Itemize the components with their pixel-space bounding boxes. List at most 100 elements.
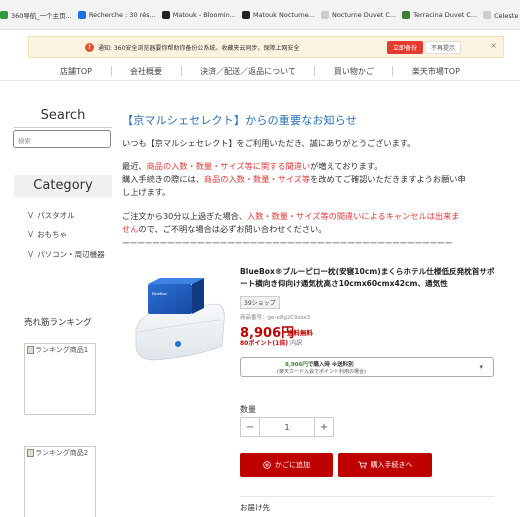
bookmark-label: Matouk - Bloomin...	[172, 10, 236, 19]
bookmark-label: Terracina Duvet C...	[413, 10, 478, 19]
points-detail-link[interactable]: 内訳	[290, 340, 302, 347]
bookmark-item[interactable]: 360导航_一个主页...	[0, 10, 72, 20]
backup-now-button[interactable]: 立即备份	[386, 41, 423, 54]
bookmark-label: 360导航_一个主页...	[11, 11, 72, 20]
ranking-item-label: ランキング商品1	[35, 346, 89, 354]
bookmark-item[interactable]: Matouk Nocturne...	[241, 10, 315, 19]
quantity-plus-button[interactable]: +	[315, 418, 333, 436]
nav-store-top[interactable]: 店舗TOP	[60, 66, 92, 77]
bookmark-favicon-icon	[320, 10, 329, 19]
divider	[240, 496, 494, 497]
checkout-button[interactable]: 購入手続きへ	[338, 453, 432, 477]
category-item-toys[interactable]: V おもちゃ	[28, 229, 67, 240]
box-brand-label: BlueBox	[152, 291, 167, 296]
add-to-cart-button[interactable]: かごに追加	[240, 453, 333, 477]
bookmark-item[interactable]: Nocturne Duvet C...	[320, 10, 397, 19]
notice-line: し上げます。	[122, 187, 171, 197]
warning-icon: !	[85, 42, 94, 52]
category-item-bath-towel[interactable]: V パスタオル	[28, 210, 75, 221]
notice-highlight: 入数・数量・サイズ等の間違いによるキャンセルは出来ま	[247, 211, 460, 221]
notice-highlight: せん	[122, 224, 139, 234]
points-value: 80ポイント(1倍)	[240, 340, 289, 347]
category-label: おもちゃ	[37, 230, 68, 239]
notification-text: 通知: 360安全浏览器要你帮助你备份公系统。收藏夹云同步，保障上网安全	[98, 44, 300, 52]
ranking-item-image[interactable]: ランキング商品1	[24, 343, 96, 415]
bookmark-item[interactable]: Terracina Duvet C...	[402, 10, 478, 19]
add-to-cart-label: かごに追加	[275, 461, 310, 469]
bookmark-favicon-icon	[402, 10, 411, 19]
bookmark-favicon-icon	[483, 10, 492, 19]
notice-highlight: 商品の入数・数量・サイズ等	[203, 174, 311, 184]
nav-payment-shipping[interactable]: 決済／配送／返品について	[200, 66, 296, 77]
bookmark-item[interactable]: Recherche : 30 rés...	[77, 10, 156, 19]
notice-line: せんので、ご不明な場合は必ずお問い合わせください。	[122, 223, 326, 236]
category-heading: Category	[14, 175, 112, 197]
nav-divider	[180, 66, 182, 76]
search-heading: Search	[14, 108, 112, 128]
chevron-down-icon: ▾	[479, 363, 483, 371]
notice-title: 【京マルシェセレクト】からの重要なお知らせ	[122, 114, 357, 127]
bookmark-label: Recherche : 30 rés...	[88, 10, 156, 19]
quantity-label: 数量	[240, 405, 256, 414]
nav-rakuten-top[interactable]: 楽天市場TOP	[412, 66, 460, 77]
product-code: 商品番号：go-e8g2C9zsx3	[240, 315, 311, 321]
notice-divider: ーーーーーーーーーーーーーーーーーーーーーーーーーーーーーーーーーーーーーーーー…	[122, 239, 453, 248]
notice-line: いつも【京マルシェセレクト】をご利用いただき、誠にありがとうございます。	[122, 138, 416, 148]
ranking-item-alt: ランキング商品1	[27, 345, 88, 355]
nav-cart[interactable]: 買い物かご	[334, 66, 374, 77]
ranking-item-label: ランキング商品2	[35, 449, 89, 457]
top-nav: 店舗TOP 会社概要 決済／配送／返品について 買い物かご 楽天市場TOP	[60, 63, 460, 79]
notice-text: 購入手続きの際には、	[122, 174, 204, 184]
category-label: パソコン・周辺機器	[37, 250, 105, 259]
notice-line: 購入手続きの際には、商品の入数・数量・サイズ等を改めてご確認いただきますようお願…	[122, 173, 466, 186]
checkout-label: 購入手続きへ	[370, 461, 413, 469]
quantity-minus-button[interactable]: −	[241, 418, 259, 436]
plus-circle-icon	[263, 461, 271, 469]
card-note: (楽天カード入会でポイント利用の場合)	[277, 369, 366, 375]
free-shipping-badge: 送料無料	[287, 329, 313, 337]
chevron-down-icon: V	[28, 211, 34, 220]
bookmark-label: Nocturne Duvet C...	[331, 10, 397, 19]
bookmark-favicon-icon	[161, 10, 170, 19]
close-icon[interactable]: ×	[490, 41, 497, 50]
bookmarks-bar: 360导航_一个主页... Recherche : 30 rés... Mato…	[0, 0, 520, 30]
notice-line: 最近、商品の入数・数量・サイズ等に関する間違いが増えております。	[122, 160, 382, 173]
quantity-stepper: − 1 +	[240, 417, 334, 437]
product-title[interactable]: BlueBox®ブルーピロー枕(安寝10cm)まくらホテル仕様低反発枕首サポート…	[240, 266, 502, 289]
delivery-address-label: お届け先	[240, 503, 270, 512]
notification-bar: ! 通知: 360安全浏览器要你帮助你备份公系统。收藏夹云同步，保障上网安全 立…	[28, 36, 504, 58]
ranking-item-image[interactable]: ランキング商品2	[24, 446, 96, 517]
shop-badge: 39ショップ	[240, 296, 280, 309]
bookmark-favicon-icon	[0, 10, 8, 19]
notice-line: ご注文から30分以上過ぎた場合、入数・数量・サイズ等の間違いによるキャンセルは出…	[122, 210, 459, 223]
search-input[interactable]: 検索	[13, 130, 111, 148]
bookmark-item[interactable]: Celeste 系列 - 奢华...	[483, 10, 520, 20]
broken-image-icon	[27, 346, 34, 354]
product-image[interactable]: BlueBox	[130, 262, 228, 374]
chevron-down-icon: V	[28, 250, 34, 259]
ranking-item-alt: ランキング商品2	[27, 448, 88, 458]
notice-highlight: 商品の入数・数量・サイズ等に関する間違い	[146, 161, 311, 171]
bookmark-favicon-icon	[77, 10, 86, 19]
dismiss-button[interactable]: 不再提示	[424, 41, 461, 54]
card-price-line: 8,906円で購入時 ※送料別	[285, 360, 354, 368]
card-payment-dropdown[interactable]: 8,906円で購入時 ※送料別 (楽天カード入会でポイント利用の場合) ▾	[240, 357, 494, 377]
notice-text: が増えております。	[310, 161, 383, 171]
bookmark-item[interactable]: Matouk - Bloomin...	[161, 10, 236, 19]
category-item-pc[interactable]: V パソコン・周辺機器	[28, 249, 105, 260]
broken-image-icon	[27, 449, 34, 457]
bookmark-label: Celeste 系列 - 奢华...	[494, 11, 520, 20]
nav-company[interactable]: 会社概要	[130, 66, 162, 77]
notice-text: 最近、	[122, 161, 147, 171]
quantity-input[interactable]: 1	[259, 418, 315, 436]
bookmark-favicon-icon	[241, 10, 250, 19]
ranking-heading: 売れ筋ランキング	[24, 318, 92, 328]
nav-divider-line	[0, 80, 520, 81]
nav-divider	[110, 66, 112, 76]
notice-text: を改めてご確認いただきますようお願い申	[310, 174, 466, 184]
bookmark-label: Matouk Nocturne...	[252, 10, 315, 19]
notice-text: ので、ご不明な場合は必ずお問い合わせください。	[138, 224, 327, 234]
cart-icon	[357, 461, 367, 469]
points-info: 80ポイント(1倍) 内訳	[240, 338, 302, 347]
chevron-down-icon: V	[28, 230, 34, 239]
